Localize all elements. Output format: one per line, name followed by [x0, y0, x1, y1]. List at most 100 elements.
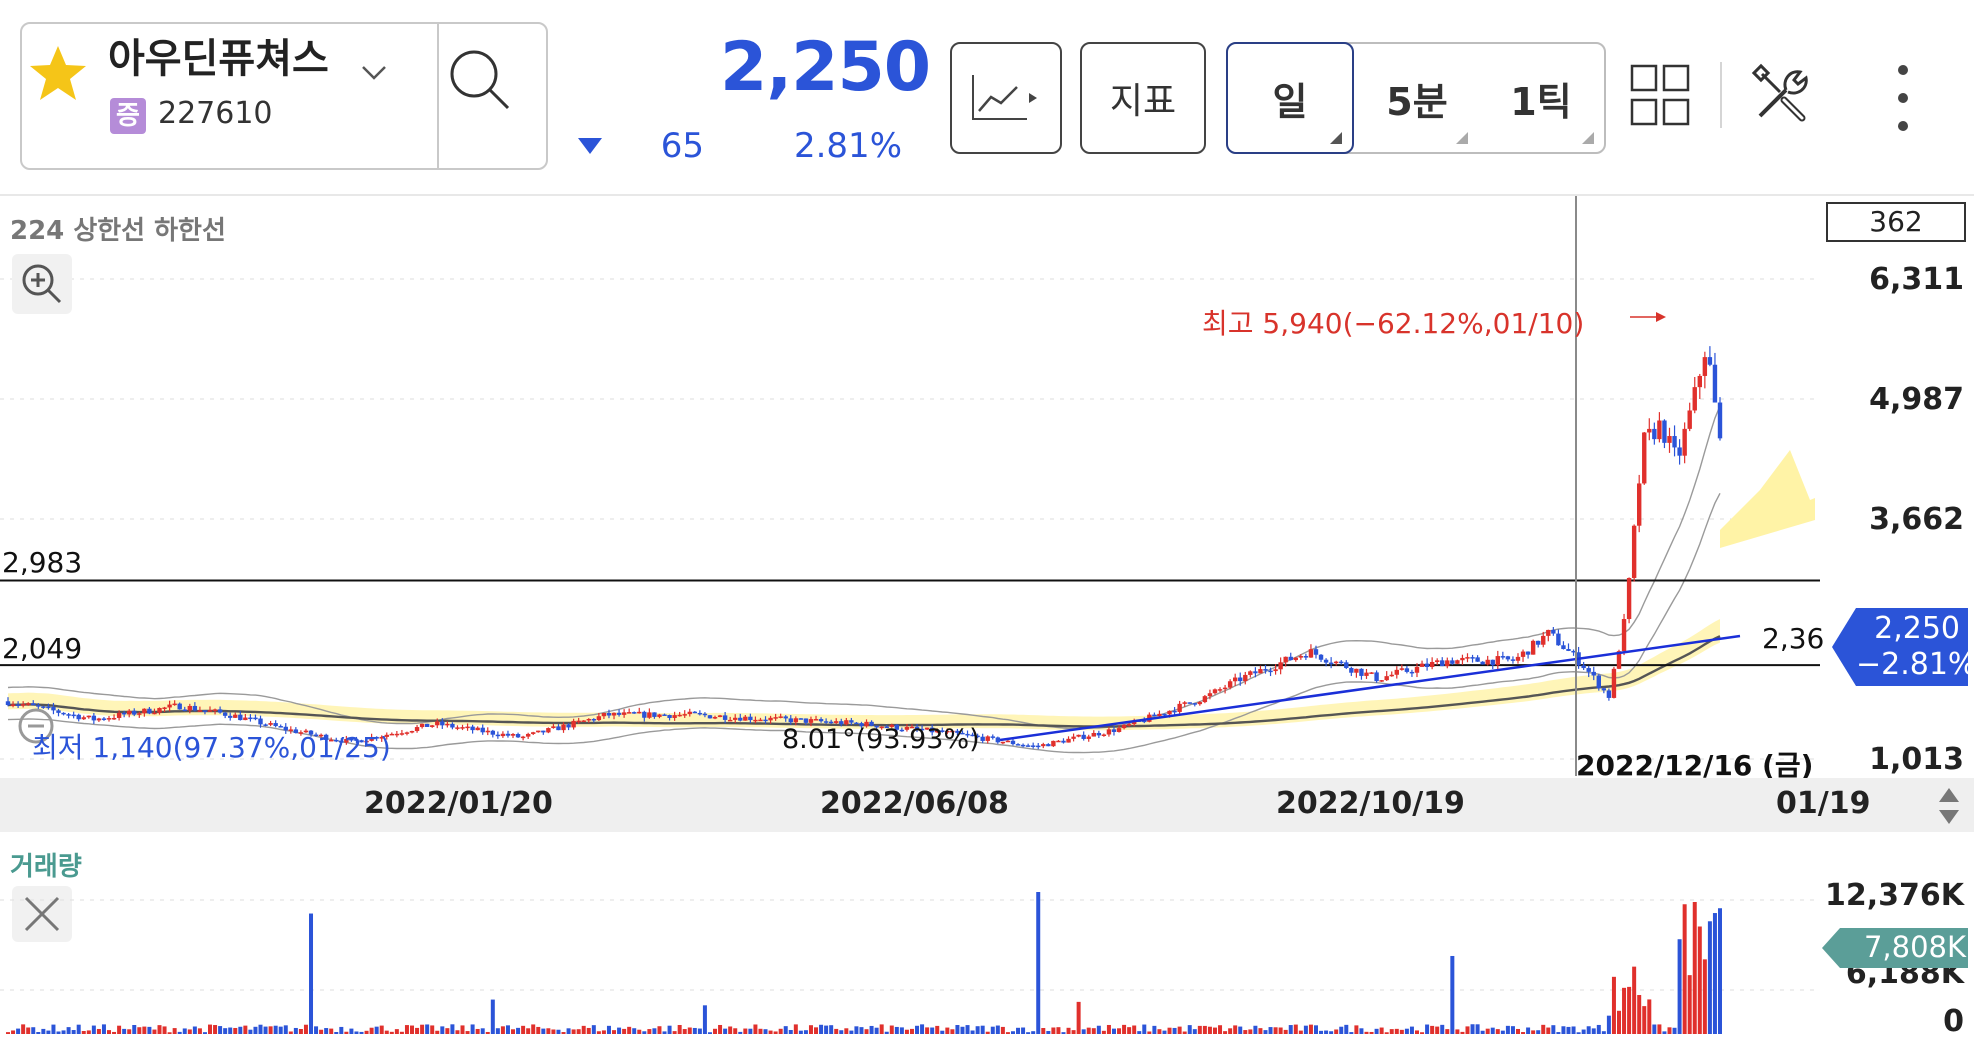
volume-chart[interactable]	[0, 870, 1820, 1038]
zoom-in-button[interactable]	[12, 254, 72, 314]
upper-band	[7, 405, 1721, 730]
candle-body	[546, 728, 551, 733]
candle-body	[1323, 659, 1329, 663]
period-tab-5min[interactable]: 5분	[1356, 44, 1478, 152]
volume-bar	[223, 1028, 228, 1034]
candle-body	[1642, 432, 1647, 484]
volume-bar	[1152, 1025, 1157, 1034]
volume-bar	[677, 1024, 682, 1034]
candle-body	[687, 711, 692, 715]
volume-bar	[1379, 1027, 1384, 1034]
volume-bar	[1702, 959, 1707, 1034]
period-tab-day[interactable]: 일	[1226, 42, 1354, 154]
volume-bar	[1455, 1029, 1460, 1034]
volume-bar	[1712, 913, 1717, 1034]
more-vertical-icon[interactable]	[1888, 60, 1918, 136]
candle-body	[697, 712, 703, 715]
volume-bar	[657, 1026, 662, 1034]
candle-body	[1424, 663, 1430, 667]
volume-bar	[854, 1026, 859, 1034]
volume-bar	[586, 1027, 591, 1034]
chevron-down-icon[interactable]	[360, 58, 388, 86]
candle-body	[1717, 402, 1723, 439]
volume-bar	[1162, 1030, 1167, 1034]
candle-body	[1394, 669, 1399, 675]
volume-bar	[980, 1025, 985, 1034]
volume-bar	[546, 1028, 551, 1034]
volume-bar	[531, 1024, 536, 1034]
volume-bar	[551, 1029, 556, 1034]
volume-bar	[647, 1029, 652, 1034]
chart-type-button[interactable]	[950, 42, 1062, 154]
volume-bar	[596, 1031, 601, 1034]
period-tab-tick[interactable]: 1틱	[1478, 44, 1604, 152]
candle-body	[192, 705, 198, 711]
volume-bar	[783, 1026, 788, 1034]
candle-body	[1591, 671, 1596, 676]
candle-body	[1667, 436, 1672, 443]
volume-bar	[61, 1030, 66, 1034]
volume-bar	[975, 1026, 980, 1034]
volume-bar	[364, 1030, 369, 1034]
candle-body	[1000, 741, 1006, 744]
candle-body	[1662, 420, 1667, 443]
star-icon[interactable]	[26, 42, 90, 106]
candle-body	[1460, 657, 1465, 661]
volume-bar	[202, 1032, 207, 1034]
volume-bar	[904, 1029, 909, 1034]
volume-bar	[778, 1028, 783, 1034]
candle-body	[1344, 662, 1349, 668]
indicator-button[interactable]: 지표	[1080, 42, 1206, 154]
volume-bar	[359, 1031, 364, 1034]
volume-bar	[576, 1029, 581, 1034]
candle-body	[1611, 668, 1617, 698]
volume-bar	[157, 1025, 162, 1034]
x-scroll-icon[interactable]	[1935, 784, 1963, 828]
volume-bar	[339, 1026, 344, 1034]
volume-bar	[1324, 1030, 1329, 1034]
bar-count-box[interactable]: 362	[1826, 202, 1966, 242]
volume-bar	[410, 1025, 415, 1034]
stock-name[interactable]: 아우딘퓨쳐스	[108, 26, 329, 84]
volume-bar	[1647, 999, 1652, 1034]
volume-bar	[960, 1026, 965, 1034]
candle-body	[1303, 656, 1309, 658]
volume-bar	[253, 1026, 258, 1034]
candle-body	[515, 734, 521, 738]
volume-bar	[1440, 1024, 1445, 1034]
candle-body	[212, 709, 218, 711]
candle-body	[1374, 672, 1379, 682]
volume-bar	[56, 1031, 61, 1034]
volume-bar	[187, 1029, 192, 1034]
x-tick-label: 2022/10/19	[1276, 786, 1465, 821]
ichimoku-cloud	[8, 450, 1815, 731]
volume-bar	[667, 1025, 672, 1034]
candle-body	[157, 708, 162, 713]
search-icon[interactable]	[440, 40, 520, 120]
candle-body	[414, 727, 420, 732]
candle-body	[1465, 657, 1470, 659]
volume-bar	[1359, 1028, 1364, 1034]
candle-body	[172, 703, 177, 706]
volume-tag-value: 7,808K	[1863, 930, 1966, 964]
volume-bar	[122, 1028, 127, 1034]
candle-body	[591, 719, 597, 721]
candle-body	[1414, 666, 1420, 673]
volume-bar	[1677, 939, 1682, 1034]
volume-bar	[1283, 1029, 1288, 1034]
volume-bar	[1313, 1025, 1318, 1034]
candle-body	[1283, 656, 1288, 663]
candle-body	[611, 712, 617, 716]
candle-body	[258, 718, 263, 725]
candle-body	[733, 717, 738, 720]
tools-icon[interactable]	[1750, 62, 1814, 126]
grid-layout-icon[interactable]	[1630, 64, 1690, 126]
candle-body	[1399, 668, 1405, 670]
volume-bar	[470, 1024, 475, 1034]
candle-body	[1475, 657, 1480, 662]
volume-bar	[1132, 1025, 1137, 1034]
candle-body	[1010, 740, 1016, 745]
volume-bar	[1344, 1024, 1349, 1034]
volume-bar	[768, 1030, 773, 1034]
price-chart[interactable]	[0, 196, 1974, 776]
